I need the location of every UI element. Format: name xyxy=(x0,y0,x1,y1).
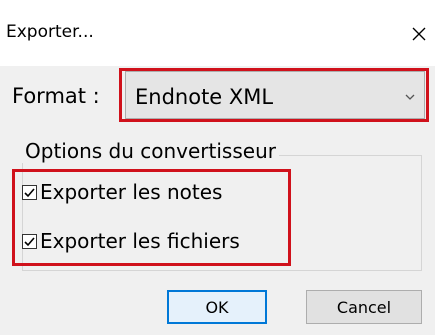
checkbox-checked-icon xyxy=(22,233,37,249)
ok-button[interactable]: OK xyxy=(167,290,267,324)
options-groupbox xyxy=(22,155,422,271)
title-bar: Exporter... xyxy=(0,0,435,66)
format-label: Format : xyxy=(12,84,100,108)
close-button[interactable] xyxy=(404,20,434,48)
checkbox-checked-icon xyxy=(22,184,37,200)
export-files-checkbox[interactable]: Exporter les fichiers xyxy=(22,229,240,253)
export-files-label: Exporter les fichiers xyxy=(40,229,240,253)
chevron-down-icon xyxy=(404,88,416,107)
options-legend: Options du convertisseur xyxy=(22,139,279,163)
export-dialog: Exporter... Format : Endnote XML Options… xyxy=(0,0,435,335)
export-notes-checkbox[interactable]: Exporter les notes xyxy=(22,180,222,204)
export-notes-label: Exporter les notes xyxy=(40,180,223,204)
close-icon xyxy=(412,27,426,41)
format-select[interactable]: Endnote XML xyxy=(125,71,425,119)
format-selected-value: Endnote XML xyxy=(135,85,274,109)
dialog-title: Exporter... xyxy=(6,22,94,42)
cancel-button[interactable]: Cancel xyxy=(306,290,422,324)
